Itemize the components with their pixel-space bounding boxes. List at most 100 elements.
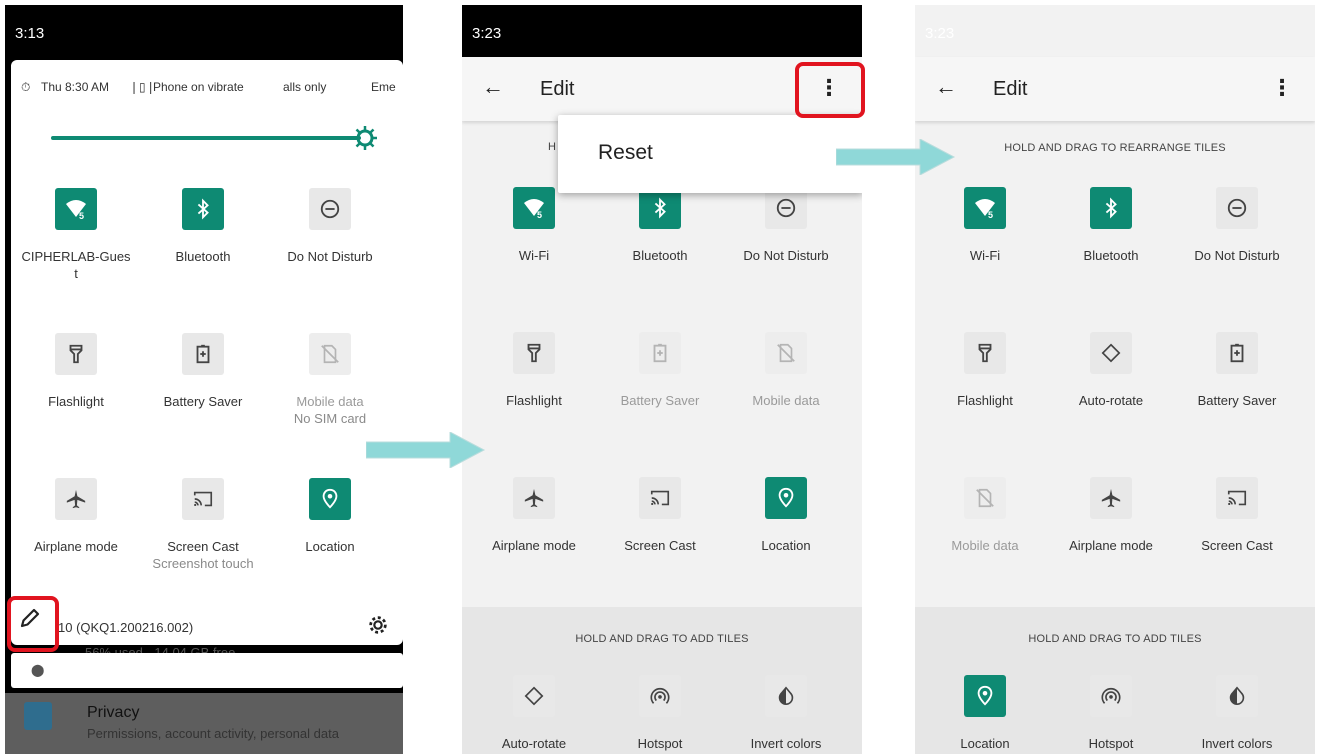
tile-mobile-data[interactable]: Mobile data <box>920 477 1050 554</box>
battery-icon <box>1216 332 1258 374</box>
tile-battery-saver[interactable]: Battery Saver <box>595 332 725 409</box>
tile-wi-fi[interactable]: 5 Wi-Fi <box>469 187 599 264</box>
invert-icon <box>765 675 807 717</box>
privacy-subtitle: Permissions, account activity, personal … <box>87 726 339 741</box>
svg-text:5: 5 <box>79 211 84 221</box>
tile-do-not-disturb[interactable]: Do Not Disturb <box>265 188 395 265</box>
calls-text: alls only <box>283 80 327 94</box>
tile-invert-colors[interactable]: Invert colors <box>721 675 851 752</box>
tile-mobile-data[interactable]: Mobile data <box>721 332 851 409</box>
tile-flashlight[interactable]: Flashlight <box>469 332 599 409</box>
cast-icon <box>182 478 224 520</box>
tile-label: Mobile data <box>296 394 364 409</box>
phone-edit-rearranged: 3:23 ← Edit ⋮ HOLD AND DRAG TO REARRANGE… <box>915 5 1315 754</box>
tile-cipherlab-gues[interactable]: 5 CIPHERLAB-Gues t <box>11 188 141 282</box>
bluetooth-icon <box>639 187 681 229</box>
tile-airplane-mode[interactable]: Airplane mode <box>469 477 599 554</box>
cast-icon <box>1216 477 1258 519</box>
tile-label: CIPHERLAB-Gues <box>21 249 131 264</box>
tile-bluetooth[interactable]: Bluetooth <box>1046 187 1176 264</box>
mobile-data-icon <box>964 477 1006 519</box>
cast-icon <box>639 477 681 519</box>
tile-do-not-disturb[interactable]: Do Not Disturb <box>1172 187 1302 264</box>
rotate-icon <box>1090 332 1132 374</box>
tile-screen-cast[interactable]: Screen Cast <box>595 477 725 554</box>
tile-label: Do Not Disturb <box>1194 248 1280 263</box>
wifi-icon: 5 <box>964 187 1006 229</box>
vibrate-text: Phone on vibrate <box>153 80 244 94</box>
tile-bluetooth[interactable]: Bluetooth <box>595 187 725 264</box>
clock: 3:23 <box>472 25 502 42</box>
svg-text:5: 5 <box>537 210 542 220</box>
status-bar: 3:23 <box>915 5 1315 57</box>
alarm-icon: ⏱ <box>21 80 31 94</box>
tile-airplane-mode[interactable]: Airplane mode <box>1046 477 1176 554</box>
tile-auto-rotate[interactable]: Auto-rotate <box>1046 332 1176 409</box>
tile-label: Bluetooth <box>632 248 688 263</box>
tile-location[interactable]: Location <box>721 477 851 554</box>
tile-label: Airplane mode <box>34 539 118 554</box>
airplane-icon <box>513 477 555 519</box>
more-options-icon[interactable]: ⋮ <box>1271 75 1293 101</box>
tile-label: Invert colors <box>750 736 822 751</box>
hotspot-icon <box>639 675 681 717</box>
tile-auto-rotate[interactable]: Auto-rotate <box>469 675 599 752</box>
toolbar-title: Edit <box>993 78 1028 100</box>
tile-label: Mobile data <box>951 538 1019 553</box>
tile-location[interactable]: Location <box>265 478 395 555</box>
invert-icon <box>1216 675 1258 717</box>
tile-hotspot[interactable]: Hotspot <box>595 675 725 752</box>
quick-settings-panel: ⏱ Thu 8:30 AM ❘▯❘ Phone on vibrate alls … <box>11 60 403 645</box>
brightness-slider[interactable] <box>51 136 361 140</box>
tile-label: Auto-rotate <box>501 736 567 751</box>
tile-label: Airplane mode <box>492 538 576 553</box>
tile-battery-saver[interactable]: Battery Saver <box>1172 332 1302 409</box>
tile-label: Screen Cast <box>624 538 696 553</box>
tile-flashlight[interactable]: Flashlight <box>920 332 1050 409</box>
tile-battery-saver[interactable]: Battery Saver <box>138 333 268 410</box>
rotate-icon <box>513 675 555 717</box>
flashlight-icon <box>964 332 1006 374</box>
privacy-row[interactable]: Privacy Permissions, account activity, p… <box>5 693 403 754</box>
tile-flashlight[interactable]: Flashlight <box>11 333 141 410</box>
tile-label: Location <box>305 539 355 554</box>
tile-label: Battery Saver <box>620 393 700 408</box>
hotspot-icon <box>1090 675 1132 717</box>
tile-label: Do Not Disturb <box>287 249 373 264</box>
tile-bluetooth[interactable]: Bluetooth <box>138 188 268 265</box>
tile-label: Bluetooth <box>175 249 231 264</box>
back-arrow-icon[interactable]: ← <box>482 74 504 100</box>
brightness-thumb-icon[interactable] <box>353 126 377 150</box>
battery-icon <box>182 333 224 375</box>
privacy-title: Privacy <box>87 704 140 721</box>
tile-label: Auto-rotate <box>1078 393 1144 408</box>
bluetooth-icon <box>182 188 224 230</box>
arrow-right-1-icon <box>366 432 486 468</box>
vibrate-icon: ❘▯❘ <box>129 80 156 94</box>
overflow-menu: Reset <box>558 115 862 193</box>
back-arrow-icon[interactable]: ← <box>935 74 957 100</box>
reset-menu-item[interactable]: Reset <box>598 141 653 165</box>
phone-quick-settings: 3:13 ⏱ Thu 8:30 AM ❘▯❘ Phone on vibrate … <box>5 5 403 754</box>
tile-invert-colors[interactable]: Invert colors <box>1172 675 1302 752</box>
tile-do-not-disturb[interactable]: Do Not Disturb <box>721 187 851 264</box>
tile-label: Screen Cast <box>167 539 239 554</box>
settings-icon[interactable] <box>367 614 389 636</box>
tile-label: Flashlight <box>506 393 562 408</box>
tile-label: Bluetooth <box>1083 248 1139 263</box>
edit-pencil-icon[interactable] <box>18 606 46 634</box>
tile-hotspot[interactable]: Hotspot <box>1046 675 1176 752</box>
tile-label: Hotspot <box>1088 736 1134 751</box>
tile-label: Hotspot <box>637 736 683 751</box>
location-pin-icon: ⬤ <box>31 663 45 677</box>
tile-wi-fi[interactable]: 5 Wi-Fi <box>920 187 1050 264</box>
tile-airplane-mode[interactable]: Airplane mode <box>11 478 141 555</box>
tile-label: Invert colors <box>1201 736 1273 751</box>
airplane-icon <box>55 478 97 520</box>
search-bar[interactable]: ⬤ <box>11 653 403 688</box>
tile-mobile-data[interactable]: Mobile data No SIM card <box>265 333 395 427</box>
tile-screen-cast[interactable]: Screen Cast <box>1172 477 1302 554</box>
build-number: 10 (QKQ1.200216.002) <box>58 620 194 635</box>
tile-screen-cast[interactable]: Screen Cast Screenshot touch <box>138 478 268 572</box>
tile-location[interactable]: Location <box>920 675 1050 752</box>
